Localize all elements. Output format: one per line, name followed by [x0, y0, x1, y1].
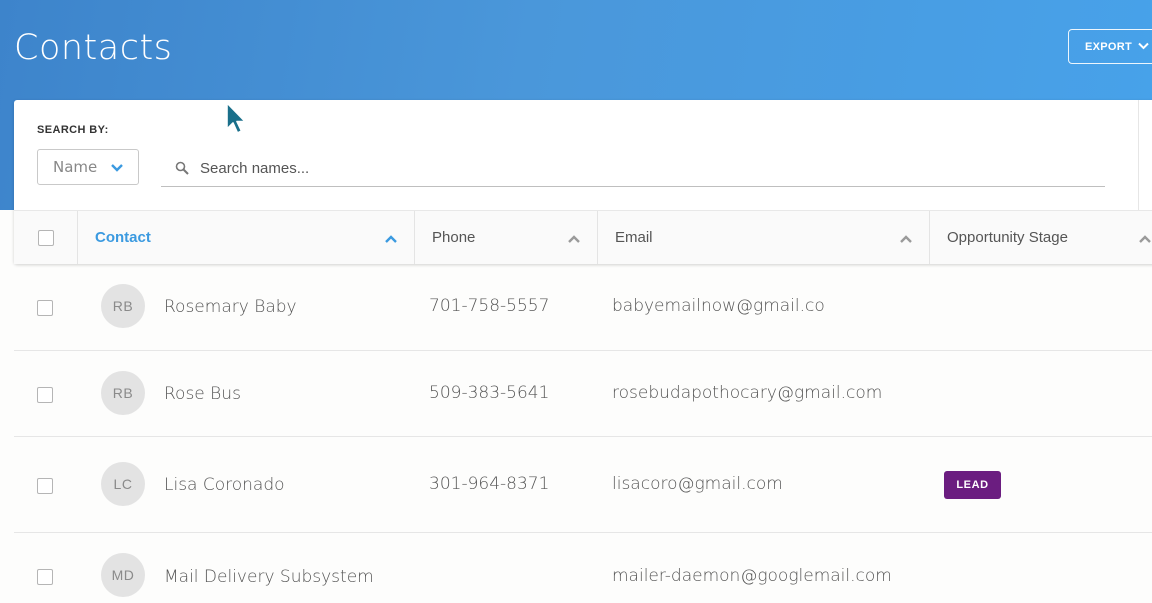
search-icon	[175, 161, 190, 176]
page-title: Contacts	[14, 28, 173, 68]
divider	[1138, 100, 1139, 210]
contact-name[interactable]: Rose Bus	[164, 384, 241, 404]
table-row[interactable]: MD Mail Delivery Subsystem mailer-daemon…	[14, 533, 1152, 603]
contact-email: mailer-daemon@googlemail.com	[612, 566, 892, 586]
table-header: Contact Phone Email Opportunity Stage	[14, 210, 1152, 264]
sort-up-icon[interactable]	[899, 231, 913, 248]
contacts-card: SEARCH BY: Name Contact Phone Email	[14, 100, 1152, 264]
status-badge: LEAD	[944, 471, 1001, 499]
column-label: Contact	[95, 229, 151, 246]
column-label: Email	[615, 229, 653, 246]
avatar: RB	[101, 284, 145, 328]
contact-phone: 301-964-8371	[429, 474, 550, 494]
column-header-opportunity-stage[interactable]: Opportunity Stage	[929, 211, 1152, 264]
search-field-value: Name	[53, 158, 98, 176]
row-checkbox[interactable]	[37, 387, 53, 403]
row-checkbox[interactable]	[37, 478, 53, 494]
contacts-table-body: RB Rosemary Baby 701-758-5557 babyemailn…	[14, 264, 1152, 603]
search-bar	[161, 151, 1105, 187]
contact-email: babyemailnow@gmail.co	[612, 296, 825, 316]
contact-phone: 509-383-5641	[429, 383, 550, 403]
contact-name[interactable]: Rosemary Baby	[164, 297, 297, 317]
search-input[interactable]	[198, 159, 1082, 178]
contact-name[interactable]: Mail Delivery Subsystem	[164, 567, 374, 587]
column-header-email[interactable]: Email	[597, 211, 929, 264]
avatar: LC	[101, 462, 145, 506]
sort-up-icon[interactable]	[384, 231, 398, 248]
search-by-label: SEARCH BY:	[37, 124, 109, 136]
avatar: MD	[101, 553, 145, 597]
table-row[interactable]: RB Rosemary Baby 701-758-5557 babyemailn…	[14, 264, 1152, 351]
column-label: Phone	[432, 229, 476, 246]
select-all-checkbox[interactable]	[37, 229, 54, 246]
table-row[interactable]: LC Lisa Coronado 301-964-8371 lisacoro@g…	[14, 437, 1152, 533]
contact-name[interactable]: Lisa Coronado	[164, 475, 285, 495]
avatar: RB	[101, 371, 145, 415]
contact-email: lisacoro@gmail.com	[612, 474, 783, 494]
sort-up-icon[interactable]	[567, 231, 581, 248]
table-row[interactable]: RB Rose Bus 509-383-5641 rosebudapothoca…	[14, 351, 1152, 437]
chevron-down-icon	[1138, 41, 1149, 53]
column-header-contact[interactable]: Contact	[77, 211, 414, 264]
contact-email: rosebudapothocary@gmail.com	[612, 383, 883, 403]
export-label: EXPORT	[1085, 40, 1133, 53]
row-checkbox[interactable]	[37, 569, 53, 585]
sort-up-icon[interactable]	[1138, 231, 1152, 248]
column-header-phone[interactable]: Phone	[414, 211, 597, 264]
header-select-all	[14, 211, 77, 264]
mouse-cursor-icon	[224, 101, 250, 142]
row-checkbox[interactable]	[37, 300, 53, 316]
chevron-down-icon	[110, 159, 124, 177]
search-field-select[interactable]: Name	[37, 149, 139, 185]
export-button[interactable]: EXPORT	[1068, 29, 1152, 64]
column-label: Opportunity Stage	[947, 229, 1068, 246]
contact-phone: 701-758-5557	[429, 296, 550, 316]
